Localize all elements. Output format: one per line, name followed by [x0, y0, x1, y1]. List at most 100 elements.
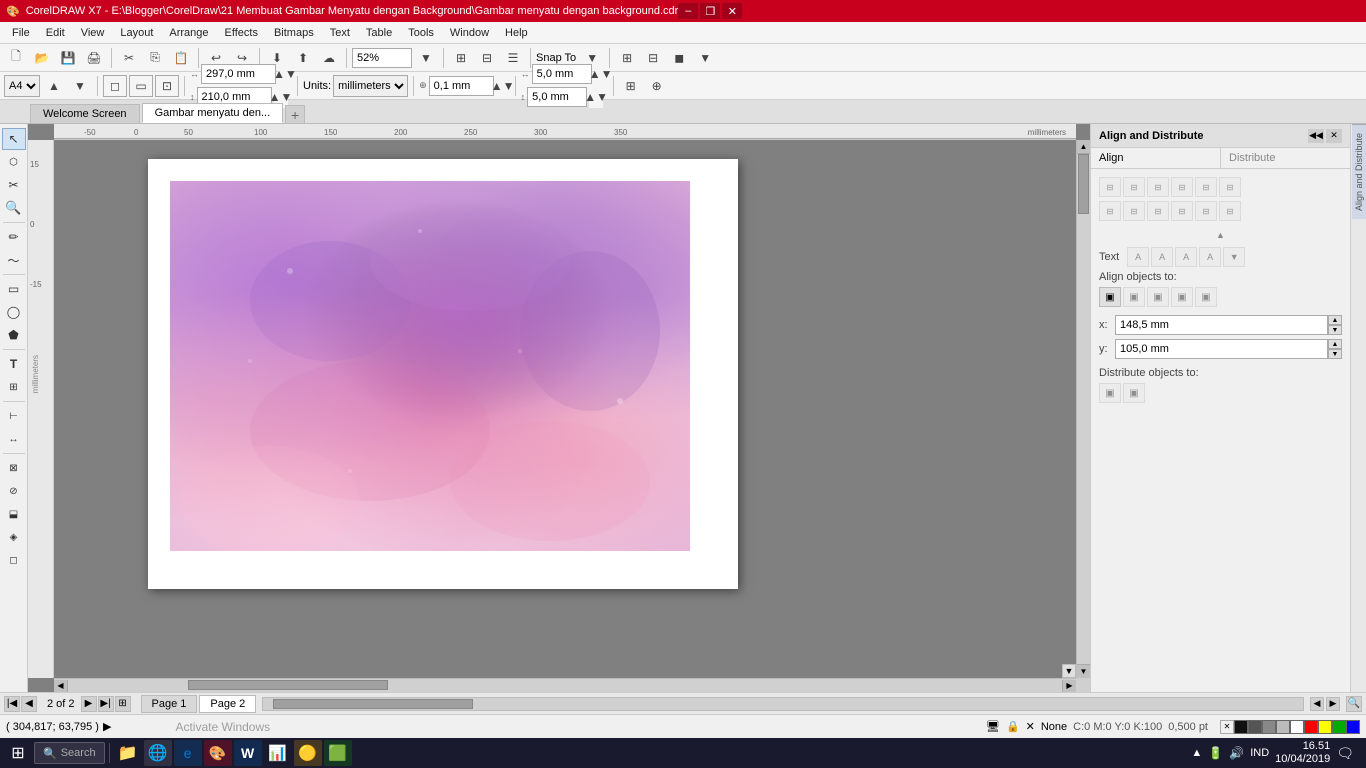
tray-icon3[interactable]: 🔊 — [1229, 746, 1244, 760]
align-tl-btn[interactable]: ⊟ — [1099, 201, 1121, 221]
obj-btn3[interactable]: ▣ — [1147, 287, 1169, 307]
nudge-input[interactable] — [429, 76, 494, 96]
dark-gray-swatch[interactable] — [1248, 720, 1262, 734]
y-input[interactable] — [1115, 339, 1328, 359]
units-select[interactable]: millimeters — [333, 75, 408, 97]
select-tool[interactable]: ↖ — [2, 128, 26, 150]
menu-view[interactable]: View — [73, 25, 113, 41]
start-button[interactable]: ⊞ — [4, 740, 32, 766]
text-btn1[interactable]: A — [1127, 247, 1149, 267]
smart-draw-tool[interactable]: 〜 — [2, 249, 26, 271]
obj-btn1[interactable]: ▣ — [1099, 287, 1121, 307]
menu-help[interactable]: Help — [497, 25, 536, 41]
align-ch-btn[interactable]: ⊟ — [1123, 177, 1145, 197]
add-tab-button[interactable]: + — [285, 105, 305, 123]
canvas-expand-bottom[interactable]: ▼ — [1062, 664, 1076, 678]
distribute-tab[interactable]: Distribute — [1221, 148, 1350, 168]
no-fill-swatch[interactable]: ✕ — [1220, 720, 1234, 734]
align-tr-btn[interactable]: ⊟ — [1123, 201, 1145, 221]
app8-taskbar[interactable]: 🟩 — [324, 740, 352, 766]
first-page-btn[interactable]: |◀ — [4, 696, 20, 712]
hatch-w-spin[interactable]: ▲▼ — [594, 63, 608, 85]
page-width-input[interactable] — [201, 64, 276, 84]
canvas-area[interactable]: -50 0 50 100 150 200 250 300 350 millime… — [28, 124, 1090, 692]
app6-taskbar[interactable]: 📊 — [264, 740, 292, 766]
landscape-btn[interactable]: ▭ — [129, 75, 153, 97]
app7-taskbar[interactable]: 🟡 — [294, 740, 322, 766]
text-btn4[interactable]: A — [1199, 247, 1221, 267]
align-cv-btn[interactable]: ⊟ — [1195, 177, 1217, 197]
zoom-options-button[interactable]: ▼ — [414, 47, 438, 69]
red-swatch[interactable] — [1304, 720, 1318, 734]
page-hscroll[interactable] — [262, 697, 1304, 711]
x-spin-up[interactable]: ▲ — [1328, 315, 1342, 325]
green-swatch[interactable] — [1332, 720, 1346, 734]
scroll-right-btn[interactable]: ▶ — [1326, 697, 1340, 711]
menu-layout[interactable]: Layout — [112, 25, 161, 41]
blend-tool[interactable]: ⊠ — [2, 457, 26, 479]
copy-button[interactable]: ⎘ — [143, 47, 167, 69]
panel-expand-btn[interactable]: ◀◀ — [1308, 129, 1324, 143]
tray-icon2[interactable]: 🔋 — [1208, 746, 1223, 760]
nudge-spin[interactable]: ▲▼ — [496, 75, 510, 97]
page-size-spin-dn[interactable]: ▼ — [68, 75, 92, 97]
blue-swatch[interactable] — [1346, 720, 1360, 734]
obj-btn5[interactable]: ▣ — [1195, 287, 1217, 307]
tab-welcome[interactable]: Welcome Screen — [30, 104, 140, 123]
word-taskbar[interactable]: W — [234, 740, 262, 766]
align-tab[interactable]: Align — [1091, 148, 1221, 168]
open-button[interactable]: 📂 — [30, 47, 54, 69]
view-options-button[interactable]: ⊟ — [641, 47, 665, 69]
next-page-btn[interactable]: ▶ — [81, 696, 97, 712]
align-d-btn[interactable]: ⊟ — [1219, 201, 1241, 221]
node-tool[interactable]: ⬡ — [2, 151, 26, 173]
search-bar[interactable]: 🔍 Search — [34, 742, 105, 764]
menu-window[interactable]: Window — [442, 25, 497, 41]
parallel-dim-tool[interactable]: ⊢ — [2, 405, 26, 427]
page2-tab[interactable]: Page 2 — [199, 695, 256, 713]
page1-tab[interactable]: Page 1 — [141, 695, 198, 713]
obj-btn2[interactable]: ▣ — [1123, 287, 1145, 307]
y-spin-up[interactable]: ▲ — [1328, 339, 1342, 349]
zoom-tool[interactable]: 🔍 — [2, 197, 26, 219]
add-page-nav-btn[interactable]: ⊞ — [115, 696, 131, 712]
align-top-btn[interactable]: ⊟ — [1171, 177, 1193, 197]
text-btn5[interactable]: ▼ — [1223, 247, 1245, 267]
x-spin-dn[interactable]: ▼ — [1328, 325, 1342, 335]
text-tool[interactable]: T — [2, 353, 26, 375]
rectangle-tool[interactable]: ▭ — [2, 278, 26, 300]
black-swatch[interactable] — [1234, 720, 1248, 734]
crop-tool[interactable]: ✂ — [2, 174, 26, 196]
polygon-tool[interactable]: ⬟ — [2, 324, 26, 346]
export-button[interactable]: ⬆ — [291, 47, 315, 69]
lang-indicator[interactable]: IND — [1250, 747, 1269, 759]
hatch-h-spin[interactable]: ▲▼ — [589, 86, 603, 108]
canvas-image[interactable] — [170, 181, 690, 551]
freehand-tool[interactable]: ✏ — [2, 226, 26, 248]
menu-tools[interactable]: Tools — [400, 25, 442, 41]
align-bottom-btn[interactable]: ⊟ — [1219, 177, 1241, 197]
cut-button[interactable]: ✂ — [117, 47, 141, 69]
view-grid-button[interactable]: ⊞ — [615, 47, 639, 69]
ellipse-tool[interactable]: ◯ — [2, 301, 26, 323]
zoom-search-btn[interactable]: 🔍 — [1346, 696, 1362, 712]
yellow-swatch[interactable] — [1318, 720, 1332, 734]
align-left-btn[interactable]: ⊟ — [1099, 177, 1121, 197]
menu-text[interactable]: Text — [322, 25, 358, 41]
dist-btn1[interactable]: ▣ — [1099, 383, 1121, 403]
scroll-left-btn[interactable]: ◀ — [1310, 697, 1324, 711]
prev-page-btn[interactable]: ◀ — [21, 696, 37, 712]
mid-gray-swatch[interactable] — [1262, 720, 1276, 734]
add-page-btn[interactable]: ⊕ — [645, 75, 669, 97]
page-size-spin-up[interactable]: ▲ — [42, 75, 66, 97]
display-dropdown[interactable]: ▼ — [693, 47, 717, 69]
view-mode-button[interactable]: ⊟ — [475, 47, 499, 69]
tab-gambar[interactable]: Gambar menyatu den... — [142, 103, 284, 123]
align-right-btn[interactable]: ⊟ — [1147, 177, 1169, 197]
align-c-btn[interactable]: ⊟ — [1195, 201, 1217, 221]
table-tool[interactable]: ⊞ — [2, 376, 26, 398]
dist-btn2[interactable]: ▣ — [1123, 383, 1145, 403]
interactive-fill-tool[interactable]: ◻ — [2, 549, 26, 571]
canvas-hscroll[interactable]: ◀ ▶ — [54, 678, 1076, 692]
menu-edit[interactable]: Edit — [38, 25, 73, 41]
